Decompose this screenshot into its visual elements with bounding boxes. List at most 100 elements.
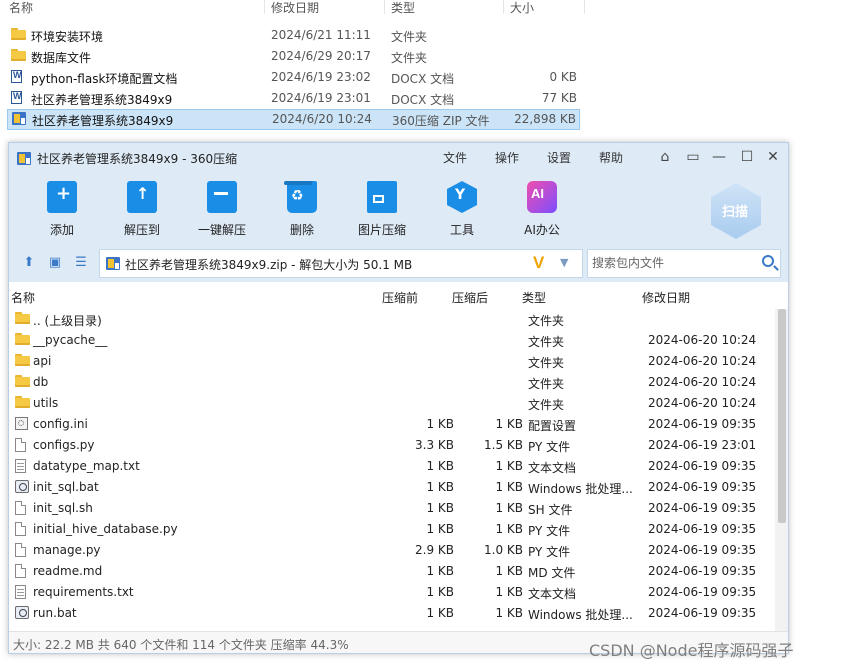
menu-settings[interactable]: 设置 — [547, 149, 571, 166]
item-size-before: 1 KB — [426, 480, 454, 494]
explorer-row[interactable]: 环境安装环境 2024/6/21 11:11 文件夹 — [7, 25, 580, 46]
menu-file[interactable]: 文件 — [443, 149, 467, 166]
list-item[interactable]: init_sql.sh 1 KB 1 KB SH 文件 2024-06-19 0… — [9, 498, 775, 519]
scrollbar-thumb[interactable] — [778, 309, 786, 523]
list-item[interactable]: datatype_map.txt 1 KB 1 KB 文本文档 2024-06-… — [9, 456, 775, 477]
list-item[interactable]: api 文件夹 2024-06-20 10:24 — [9, 351, 775, 372]
delete-button[interactable]: 删除 — [269, 181, 335, 238]
column-name[interactable]: 名称 — [11, 289, 35, 306]
list-item[interactable]: run.bat 1 KB 1 KB Windows 批处理... 2024-06… — [9, 603, 775, 624]
item-type: 文本文档 — [528, 461, 577, 475]
header-divider — [384, 0, 385, 14]
skin-icon[interactable]: ⌂ — [657, 149, 673, 165]
list-item[interactable]: .. (上级目录) 文件夹 — [9, 309, 775, 330]
item-date: 2024-06-20 10:24 — [648, 396, 757, 410]
feedback-icon[interactable]: ▭ — [685, 149, 701, 165]
list-item[interactable]: utils 文件夹 2024-06-20 10:24 — [9, 393, 775, 414]
item-name: run.bat — [33, 606, 77, 620]
file-icon — [15, 564, 26, 578]
menu-help[interactable]: 帮助 — [599, 149, 623, 166]
item-name: init_sql.bat — [33, 480, 99, 494]
close-icon[interactable]: ✕ — [765, 149, 781, 165]
search-icon[interactable] — [762, 255, 774, 267]
explorer-row[interactable]: python-flask环境配置文档 2024/6/19 23:02 DOCX … — [7, 67, 580, 88]
header-name[interactable]: 名称 — [9, 0, 33, 16]
file-icon — [15, 522, 26, 536]
explorer-row[interactable]: 数据库文件 2024/6/29 20:17 文件夹 — [7, 46, 580, 67]
search-input[interactable] — [590, 255, 754, 271]
header-type[interactable]: 类型 — [391, 0, 415, 16]
item-type: PY 文件 — [528, 440, 571, 454]
list-item[interactable]: db 文件夹 2024-06-20 10:24 — [9, 372, 775, 393]
item-name: requirements.txt — [33, 585, 134, 599]
file-date: 2024/6/19 23:02 — [271, 70, 371, 84]
up-arrow-icon[interactable]: ⬆ — [21, 255, 37, 271]
column-after[interactable]: 压缩后 — [452, 289, 488, 306]
item-size-before: 3.3 KB — [415, 438, 454, 452]
maximize-icon[interactable]: ☐ — [739, 149, 755, 165]
view-list-icon[interactable]: ☰ — [73, 255, 89, 271]
item-date: 2024-06-19 09:35 — [648, 417, 757, 431]
text-file-icon — [15, 585, 26, 599]
image-compress-label: 图片压缩 — [357, 223, 406, 237]
list-item[interactable]: init_sql.bat 1 KB 1 KB Windows 批处理... 20… — [9, 477, 775, 498]
column-type[interactable]: 类型 — [522, 289, 546, 306]
item-type: 配置设置 — [528, 419, 577, 433]
search-box[interactable] — [587, 249, 781, 278]
image-compress-icon — [367, 181, 397, 213]
one-click-extract-button[interactable]: 一键解压 — [189, 181, 255, 238]
file-date: 2024/6/19 23:01 — [271, 91, 371, 105]
explorer-row-selected[interactable]: 社区养老管理系统3849x9 2024/6/20 10:24 360压缩 ZIP… — [7, 109, 580, 130]
image-compress-button[interactable]: 图片压缩 — [349, 181, 415, 238]
chevron-down-icon[interactable]: ▼ — [560, 256, 568, 269]
list-item[interactable]: initial_hive_database.py 1 KB 1 KB PY 文件… — [9, 519, 775, 540]
header-date[interactable]: 修改日期 — [271, 0, 319, 16]
vertical-scrollbar[interactable] — [775, 309, 788, 631]
list-item[interactable]: __pycache__ 文件夹 2024-06-20 10:24 — [9, 330, 775, 351]
scan-label: 扫描 — [722, 205, 749, 220]
list-item[interactable]: configs.py 3.3 KB 1.5 KB PY 文件 2024-06-1… — [9, 435, 775, 456]
header-divider — [264, 0, 265, 14]
column-before[interactable]: 压缩前 — [382, 289, 418, 306]
text-file-icon — [15, 459, 26, 473]
view-thumbnail-icon[interactable]: ▣ — [47, 255, 63, 271]
list-item[interactable]: manage.py 2.9 KB 1.0 KB PY 文件 2024-06-19… — [9, 540, 775, 561]
item-name: init_sql.sh — [33, 501, 93, 515]
folder-icon — [15, 396, 30, 408]
add-label: 添加 — [49, 223, 74, 237]
extract-icon — [127, 181, 157, 213]
file-type: DOCX 文档 — [391, 72, 455, 86]
list-item[interactable]: requirements.txt 1 KB 1 KB 文本文档 2024-06-… — [9, 582, 775, 603]
list-item[interactable]: config.ini 1 KB 1 KB 配置设置 2024-06-19 09:… — [9, 414, 775, 435]
address-bar[interactable]: 社区养老管理系统3849x9.zip - 解包大小为 50.1 MB V ▼ — [99, 249, 583, 278]
header-size[interactable]: 大小 — [510, 0, 534, 16]
item-type: 文件夹 — [528, 314, 565, 328]
column-date[interactable]: 修改日期 — [642, 289, 690, 306]
item-size-before: 2.9 KB — [415, 543, 454, 557]
explorer-row[interactable]: 社区养老管理系统3849x9 2024/6/19 23:01 DOCX 文档 7… — [7, 88, 580, 109]
item-date: 2024-06-19 09:35 — [648, 585, 757, 599]
add-button[interactable]: 添加 — [29, 181, 95, 238]
v-logo-icon[interactable]: V — [533, 253, 544, 273]
item-date: 2024-06-19 09:35 — [648, 564, 757, 578]
file-name: python-flask环境配置文档 — [31, 72, 178, 86]
item-size-before: 1 KB — [426, 564, 454, 578]
file-name: 数据库文件 — [31, 51, 92, 65]
item-size-before: 1 KB — [426, 585, 454, 599]
extract-to-button[interactable]: 解压到 — [109, 181, 175, 238]
delete-label: 删除 — [289, 223, 314, 237]
title-bar[interactable]: 社区养老管理系统3849x9 - 360压缩 文件 操作 设置 帮助 ⌂ ▭ —… — [9, 143, 788, 173]
tools-button[interactable]: 工具 — [429, 181, 495, 238]
item-name: utils — [33, 396, 59, 410]
ai-office-button[interactable]: AI办公 — [509, 181, 575, 238]
menu-operate[interactable]: 操作 — [495, 149, 519, 166]
file-size: 22,898 KB — [514, 112, 576, 126]
item-date: 2024-06-20 10:24 — [648, 375, 757, 389]
file-date: 2024/6/29 20:17 — [271, 49, 371, 63]
item-name: datatype_map.txt — [33, 459, 140, 473]
item-date: 2024-06-19 23:01 — [648, 438, 757, 452]
minimize-icon[interactable]: — — [711, 149, 727, 165]
list-item[interactable]: readme.md 1 KB 1 KB MD 文件 2024-06-19 09:… — [9, 561, 775, 582]
tools-icon — [447, 181, 477, 213]
item-type: 文件夹 — [528, 356, 565, 370]
